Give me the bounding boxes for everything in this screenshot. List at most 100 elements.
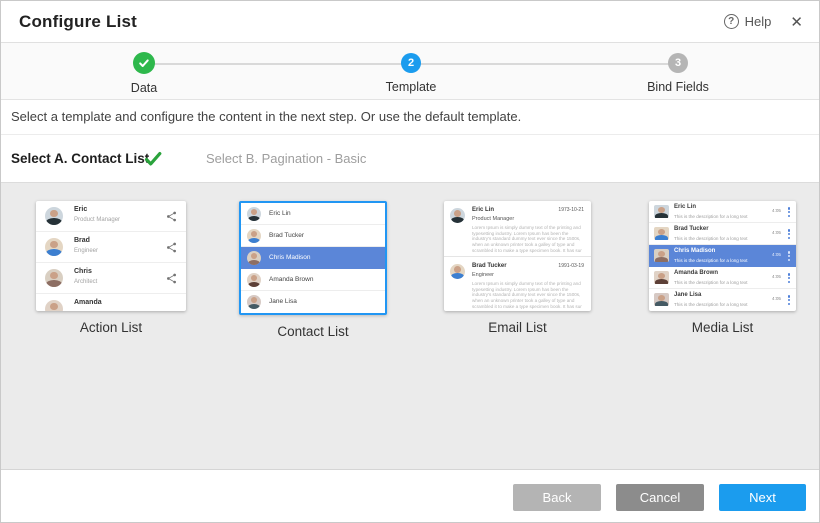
step-number-badge: 3 (668, 53, 688, 73)
item-name: Amanda Brown (269, 269, 313, 291)
step-wizard: Data 2 Template 3 Bind Fields (1, 43, 819, 100)
item-time: 4:05 (772, 296, 781, 301)
item-date: 1973-10-21 (558, 207, 584, 213)
avatar (247, 207, 261, 221)
list-item: Brad Engineer (36, 232, 186, 263)
item-role: Product Manager (74, 217, 120, 223)
close-icon[interactable]: ✕ (780, 13, 807, 31)
help-label: Help (745, 14, 772, 29)
share-icon (166, 273, 177, 284)
avatar (654, 227, 669, 240)
step-complete-check-icon (133, 52, 155, 74)
avatar (247, 273, 261, 287)
select-b-pagination[interactable]: Select B. Pagination - Basic (206, 135, 366, 183)
avatar (654, 249, 669, 262)
item-date: 1991-03-19 (558, 263, 584, 269)
kebab-menu-icon (788, 295, 791, 305)
wizard-step-bind-fields[interactable]: 3 Bind Fields (618, 53, 738, 94)
item-body: Lorem Ipsum is simply dummy text of the … (472, 281, 585, 310)
template-gallery: Eric Product Manager Brad Engineer Chris… (1, 183, 819, 469)
item-name: Eric (74, 206, 87, 213)
list-item: Eric Lin This is the description for a l… (649, 201, 796, 223)
list-item: Amanda Brown (241, 269, 385, 291)
select-a-contact-list[interactable]: Select A. Contact List (11, 135, 149, 183)
item-description: This is the description for a long text (674, 214, 748, 219)
step-number-badge: 2 (401, 53, 421, 73)
avatar (45, 300, 63, 311)
item-name: Eric Lin (269, 203, 291, 225)
list-item: Amanda Brown This is the description for… (649, 267, 796, 289)
selected-check-icon (144, 150, 162, 168)
item-time: 4:05 (772, 274, 781, 279)
item-name: Brad (74, 237, 90, 244)
step-label-template: Template (351, 80, 471, 94)
action-list-preview: Eric Product Manager Brad Engineer Chris… (36, 201, 186, 311)
instruction-text: Select a template and configure the cont… (1, 100, 819, 135)
template-card-media-list[interactable]: Eric Lin This is the description for a l… (649, 201, 796, 335)
kebab-menu-icon (788, 251, 791, 261)
avatar (450, 264, 465, 279)
selection-row: Select A. Contact List Select B. Paginat… (1, 135, 819, 183)
item-time: 4:05 (772, 252, 781, 257)
item-role: Architect (74, 279, 97, 285)
wizard-step-template[interactable]: 2 Template (351, 53, 471, 94)
help-icon: ? (724, 14, 739, 29)
item-role: Engineer (472, 272, 494, 278)
wizard-step-data[interactable]: Data (84, 53, 204, 95)
item-description: This is the description for a long text (674, 280, 748, 285)
list-item: Eric Lin (241, 203, 385, 225)
help-button[interactable]: ? Help (724, 14, 772, 29)
kebab-menu-icon (788, 207, 791, 217)
step-label-data: Data (84, 81, 204, 95)
avatar (247, 251, 261, 265)
item-description: This is the description for a long text (674, 236, 748, 241)
share-icon (166, 211, 177, 222)
cancel-button[interactable]: Cancel (616, 484, 704, 511)
list-item-selected: Chris Madison (241, 247, 385, 269)
list-item: Amanda (36, 294, 186, 311)
item-name: Brad Tucker (472, 263, 507, 269)
item-name: Chris Madison (674, 248, 715, 254)
next-button[interactable]: Next (719, 484, 806, 511)
avatar (45, 207, 63, 225)
item-name: Jane Lisa (269, 291, 297, 313)
item-name: Chris Madison (269, 247, 311, 269)
template-caption-email-list: Email List (444, 320, 591, 335)
list-item: Eric Lin 1973-10-21 Product Manager Lore… (444, 201, 591, 256)
template-card-action-list[interactable]: Eric Product Manager Brad Engineer Chris… (36, 201, 186, 335)
avatar (247, 295, 261, 309)
page-title: Configure List (19, 1, 137, 42)
item-body: Lorem Ipsum is simply dummy text of the … (472, 225, 585, 254)
template-caption-action-list: Action List (36, 320, 186, 335)
item-name: Brad Tucker (269, 225, 304, 247)
media-list-preview: Eric Lin This is the description for a l… (649, 201, 796, 311)
item-name: Jane Lisa (674, 292, 701, 298)
list-item: Eric Product Manager (36, 201, 186, 232)
kebab-menu-icon (788, 273, 791, 283)
item-role: Engineer (74, 248, 98, 254)
dialog-header: Configure List ? Help ✕ (1, 1, 819, 43)
avatar (450, 208, 465, 223)
avatar (654, 271, 669, 284)
item-name: Brad Tucker (674, 226, 709, 232)
template-caption-contact-list: Contact List (239, 324, 387, 339)
item-role: Product Manager (472, 216, 514, 222)
avatar (654, 205, 669, 218)
list-item-selected: Chris Madison This is the description fo… (649, 245, 796, 267)
share-icon (166, 242, 177, 253)
back-button[interactable]: Back (513, 484, 601, 511)
item-description: This is the description for a long text (674, 258, 748, 263)
item-description: This is the description for a long text (674, 302, 748, 307)
item-time: 4:05 (772, 230, 781, 235)
template-caption-media-list: Media List (649, 320, 796, 335)
item-time: 4:05 (772, 208, 781, 213)
email-list-preview: Eric Lin 1973-10-21 Product Manager Lore… (444, 201, 591, 311)
list-item: Brad Tucker (241, 225, 385, 247)
avatar (247, 229, 261, 243)
template-card-contact-list[interactable]: Eric Lin Brad Tucker Chris Madison Amand… (239, 201, 387, 339)
item-name: Eric Lin (472, 207, 494, 213)
item-name: Eric Lin (674, 204, 696, 210)
template-card-email-list[interactable]: Eric Lin 1973-10-21 Product Manager Lore… (444, 201, 591, 335)
step-label-bind-fields: Bind Fields (618, 80, 738, 94)
header-actions: ? Help ✕ (724, 1, 807, 42)
